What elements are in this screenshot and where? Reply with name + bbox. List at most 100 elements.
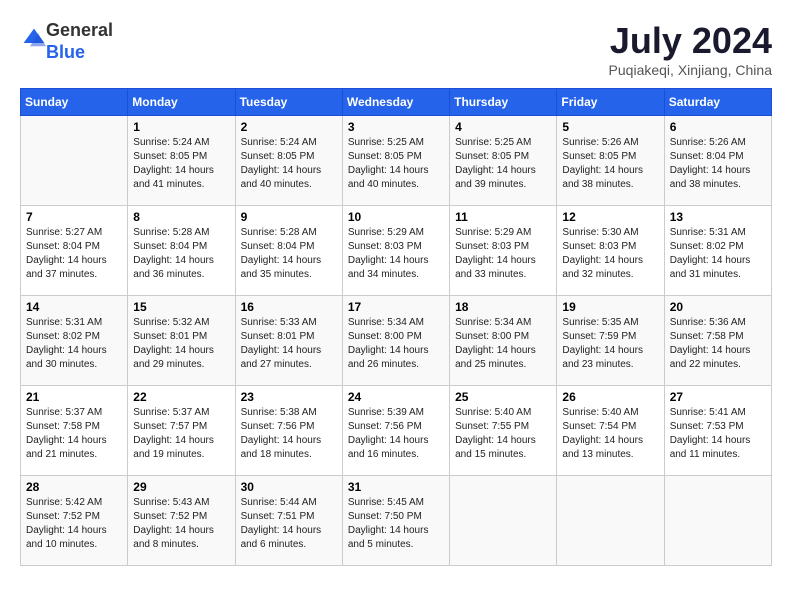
day-cell: 27 Sunrise: 5:41 AM Sunset: 7:53 PM Dayli… xyxy=(664,386,771,476)
day-info: Sunrise: 5:26 AM Sunset: 8:04 PM Dayligh… xyxy=(670,136,766,192)
col-header-saturday: Saturday xyxy=(664,89,771,116)
day-info: Sunrise: 5:31 AM Sunset: 8:02 PM Dayligh… xyxy=(670,226,766,282)
day-cell: 3 Sunrise: 5:25 AM Sunset: 8:05 PM Daylig… xyxy=(342,116,449,206)
logo-blue: Blue xyxy=(46,42,113,64)
day-cell: 8 Sunrise: 5:28 AM Sunset: 8:04 PM Daylig… xyxy=(128,206,235,296)
day-cell: 24Sunrise: 5:39 AM Sunset: 7:56 PM Dayli… xyxy=(342,386,449,476)
day-number: 22 xyxy=(133,390,229,404)
page-header: General Blue July 2024 Puqiakeqi, Xinjia… xyxy=(20,20,772,78)
day-number: 8 xyxy=(133,210,229,224)
day-number: 3 xyxy=(348,120,444,134)
day-cell: 18Sunrise: 5:34 AM Sunset: 8:00 PM Dayli… xyxy=(450,296,557,386)
day-cell xyxy=(557,476,664,566)
day-number: 30 xyxy=(241,480,337,494)
day-number: 28 xyxy=(26,480,122,494)
day-info: Sunrise: 5:39 AM Sunset: 7:56 PM Dayligh… xyxy=(348,406,444,462)
day-info: Sunrise: 5:24 AM Sunset: 8:05 PM Dayligh… xyxy=(241,136,337,192)
day-number: 19 xyxy=(562,300,658,314)
day-info: Sunrise: 5:38 AM Sunset: 7:56 PM Dayligh… xyxy=(241,406,337,462)
day-cell: 1Sunrise: 5:24 AM Sunset: 8:05 PM Daylig… xyxy=(128,116,235,206)
day-cell: 20 Sunrise: 5:36 AM Sunset: 7:58 PM Dayli… xyxy=(664,296,771,386)
day-cell xyxy=(450,476,557,566)
day-number: 16 xyxy=(241,300,337,314)
col-header-friday: Friday xyxy=(557,89,664,116)
day-info: Sunrise: 5:34 AM Sunset: 8:00 PM Dayligh… xyxy=(348,316,444,372)
day-cell: 23 Sunrise: 5:38 AM Sunset: 7:56 PM Dayli… xyxy=(235,386,342,476)
day-number: 15 xyxy=(133,300,229,314)
day-number: 25 xyxy=(455,390,551,404)
day-cell: 9 Sunrise: 5:28 AM Sunset: 8:04 PM Daylig… xyxy=(235,206,342,296)
day-cell: 16 Sunrise: 5:33 AM Sunset: 8:01 PM Dayli… xyxy=(235,296,342,386)
day-cell: 28 Sunrise: 5:42 AM Sunset: 7:52 PM Dayli… xyxy=(21,476,128,566)
day-cell: 25Sunrise: 5:40 AM Sunset: 7:55 PM Dayli… xyxy=(450,386,557,476)
col-header-thursday: Thursday xyxy=(450,89,557,116)
day-info: Sunrise: 5:29 AM Sunset: 8:03 PM Dayligh… xyxy=(455,226,551,282)
day-cell: 31Sunrise: 5:45 AM Sunset: 7:50 PM Dayli… xyxy=(342,476,449,566)
day-cell: 22Sunrise: 5:37 AM Sunset: 7:57 PM Dayli… xyxy=(128,386,235,476)
day-info: Sunrise: 5:29 AM Sunset: 8:03 PM Dayligh… xyxy=(348,226,444,282)
day-number: 13 xyxy=(670,210,766,224)
day-cell: 29 Sunrise: 5:43 AM Sunset: 7:52 PM Dayli… xyxy=(128,476,235,566)
day-cell: 21 Sunrise: 5:37 AM Sunset: 7:58 PM Dayli… xyxy=(21,386,128,476)
day-number: 12 xyxy=(562,210,658,224)
day-info: Sunrise: 5:28 AM Sunset: 8:04 PM Dayligh… xyxy=(133,226,229,282)
day-cell: 17 Sunrise: 5:34 AM Sunset: 8:00 PM Dayli… xyxy=(342,296,449,386)
day-cell: 5 Sunrise: 5:26 AM Sunset: 8:05 PM Daylig… xyxy=(557,116,664,206)
logo-general: General xyxy=(46,20,113,42)
day-number: 11 xyxy=(455,210,551,224)
day-cell: 12 Sunrise: 5:30 AM Sunset: 8:03 PM Dayli… xyxy=(557,206,664,296)
day-cell: 4Sunrise: 5:25 AM Sunset: 8:05 PM Daylig… xyxy=(450,116,557,206)
day-cell: 19 Sunrise: 5:35 AM Sunset: 7:59 PM Dayli… xyxy=(557,296,664,386)
day-cell: 30 Sunrise: 5:44 AM Sunset: 7:51 PM Dayli… xyxy=(235,476,342,566)
day-info: Sunrise: 5:37 AM Sunset: 7:58 PM Dayligh… xyxy=(26,406,122,462)
week-row-2: 7 Sunrise: 5:27 AM Sunset: 8:04 PM Daylig… xyxy=(21,206,772,296)
day-info: Sunrise: 5:28 AM Sunset: 8:04 PM Dayligh… xyxy=(241,226,337,282)
day-number: 10 xyxy=(348,210,444,224)
day-info: Sunrise: 5:24 AM Sunset: 8:05 PM Dayligh… xyxy=(133,136,229,192)
col-header-sunday: Sunday xyxy=(21,89,128,116)
day-info: Sunrise: 5:44 AM Sunset: 7:51 PM Dayligh… xyxy=(241,496,337,552)
day-number: 18 xyxy=(455,300,551,314)
day-cell: 13 Sunrise: 5:31 AM Sunset: 8:02 PM Dayli… xyxy=(664,206,771,296)
week-row-4: 21 Sunrise: 5:37 AM Sunset: 7:58 PM Dayli… xyxy=(21,386,772,476)
day-info: Sunrise: 5:27 AM Sunset: 8:04 PM Dayligh… xyxy=(26,226,122,282)
day-number: 6 xyxy=(670,120,766,134)
day-cell: 15 Sunrise: 5:32 AM Sunset: 8:01 PM Dayli… xyxy=(128,296,235,386)
day-info: Sunrise: 5:35 AM Sunset: 7:59 PM Dayligh… xyxy=(562,316,658,372)
col-header-wednesday: Wednesday xyxy=(342,89,449,116)
day-cell xyxy=(664,476,771,566)
day-info: Sunrise: 5:43 AM Sunset: 7:52 PM Dayligh… xyxy=(133,496,229,552)
day-info: Sunrise: 5:45 AM Sunset: 7:50 PM Dayligh… xyxy=(348,496,444,552)
day-cell: 26Sunrise: 5:40 AM Sunset: 7:54 PM Dayli… xyxy=(557,386,664,476)
day-number: 29 xyxy=(133,480,229,494)
day-number: 7 xyxy=(26,210,122,224)
week-row-1: 1Sunrise: 5:24 AM Sunset: 8:05 PM Daylig… xyxy=(21,116,772,206)
col-header-monday: Monday xyxy=(128,89,235,116)
logo-text: General Blue xyxy=(46,20,113,63)
day-cell: 7 Sunrise: 5:27 AM Sunset: 8:04 PM Daylig… xyxy=(21,206,128,296)
month-title: July 2024 xyxy=(609,20,772,62)
day-cell: 11 Sunrise: 5:29 AM Sunset: 8:03 PM Dayli… xyxy=(450,206,557,296)
day-number: 21 xyxy=(26,390,122,404)
day-cell: 2Sunrise: 5:24 AM Sunset: 8:05 PM Daylig… xyxy=(235,116,342,206)
day-info: Sunrise: 5:30 AM Sunset: 8:03 PM Dayligh… xyxy=(562,226,658,282)
week-row-3: 14Sunrise: 5:31 AM Sunset: 8:02 PM Dayli… xyxy=(21,296,772,386)
location: Puqiakeqi, Xinjiang, China xyxy=(609,62,772,78)
day-number: 26 xyxy=(562,390,658,404)
day-number: 27 xyxy=(670,390,766,404)
day-info: Sunrise: 5:36 AM Sunset: 7:58 PM Dayligh… xyxy=(670,316,766,372)
day-number: 14 xyxy=(26,300,122,314)
col-header-tuesday: Tuesday xyxy=(235,89,342,116)
day-info: Sunrise: 5:26 AM Sunset: 8:05 PM Dayligh… xyxy=(562,136,658,192)
day-info: Sunrise: 5:32 AM Sunset: 8:01 PM Dayligh… xyxy=(133,316,229,372)
day-info: Sunrise: 5:33 AM Sunset: 8:01 PM Dayligh… xyxy=(241,316,337,372)
day-info: Sunrise: 5:25 AM Sunset: 8:05 PM Dayligh… xyxy=(348,136,444,192)
day-info: Sunrise: 5:41 AM Sunset: 7:53 PM Dayligh… xyxy=(670,406,766,462)
day-number: 17 xyxy=(348,300,444,314)
day-number: 9 xyxy=(241,210,337,224)
day-info: Sunrise: 5:42 AM Sunset: 7:52 PM Dayligh… xyxy=(26,496,122,552)
day-number: 23 xyxy=(241,390,337,404)
day-number: 5 xyxy=(562,120,658,134)
week-row-5: 28 Sunrise: 5:42 AM Sunset: 7:52 PM Dayli… xyxy=(21,476,772,566)
day-number: 20 xyxy=(670,300,766,314)
